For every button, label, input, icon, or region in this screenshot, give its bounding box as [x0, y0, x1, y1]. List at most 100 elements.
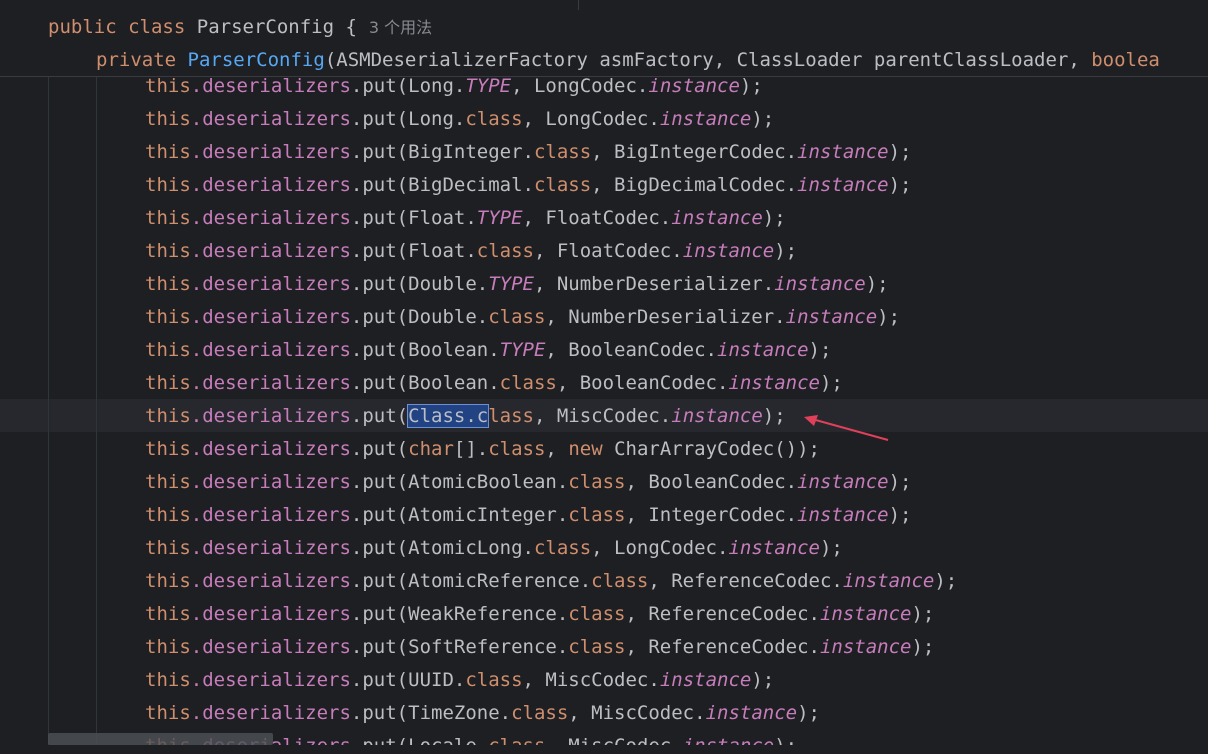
constructor-call: CharArrayCodec()); — [602, 438, 820, 460]
value-expr: , MiscCodec. — [568, 702, 706, 724]
type-field: TYPE — [488, 273, 534, 295]
this-keyword: this — [145, 339, 191, 361]
class-keyword: class — [568, 504, 626, 526]
class-keyword: class — [533, 537, 592, 559]
statement-end: ); — [762, 207, 786, 229]
put-call: .put( — [350, 603, 409, 625]
value-expr: , BigIntegerCodec. — [591, 141, 798, 163]
deserializers-field: .deserializers — [190, 702, 351, 724]
instance-field: instance — [682, 240, 775, 262]
put-call: .put( — [350, 636, 409, 658]
code-line[interactable]: this.deserializers.put(Double.class, Num… — [145, 301, 900, 334]
value-expr: , ReferenceCodec. — [625, 603, 820, 625]
sticky-scroll-header[interactable]: public class ParserConfig {3 个用法 private… — [0, 0, 1208, 77]
code-line[interactable]: this.deserializers.put(Double.TYPE, Numb… — [145, 268, 889, 301]
value-expr: , IntegerCodec. — [625, 504, 798, 526]
instance-field: instance — [797, 174, 889, 196]
value-expr: , LongCodec. — [522, 108, 660, 130]
header-divider — [578, 0, 579, 10]
code-line[interactable]: this.deserializers.put(Float.TYPE, Float… — [145, 202, 786, 235]
deserializers-field: .deserializers — [190, 471, 351, 493]
statement-end: ); — [888, 174, 912, 196]
deserializers-field: .deserializers — [190, 240, 351, 262]
indent-guide — [96, 76, 97, 754]
this-keyword: this — [145, 438, 191, 460]
horizontal-scrollbar[interactable] — [48, 733, 273, 745]
selected-text[interactable]: Class.c — [407, 404, 490, 428]
code-line[interactable]: this.deserializers.put(AtomicLong.class,… — [145, 532, 843, 565]
value-expr: , BooleanCodec. — [556, 372, 729, 394]
deserializers-field: .deserializers — [190, 405, 351, 427]
statement-end: ); — [797, 702, 820, 724]
statement-end: ); — [774, 240, 798, 262]
instance-field: instance — [671, 405, 763, 427]
code-line[interactable]: this.deserializers.put(UUID.class, MiscC… — [145, 664, 774, 697]
this-keyword: this — [145, 570, 191, 592]
key-type: AtomicInteger. — [408, 504, 569, 526]
code-line[interactable]: this.deserializers.put(AtomicBoolean.cla… — [145, 466, 911, 499]
code-line[interactable]: this.deserializers.put(Boolean.class, Bo… — [145, 367, 843, 400]
this-keyword: this — [145, 537, 191, 559]
code-line[interactable]: this.deserializers.put(AtomicReference.c… — [145, 565, 957, 598]
boolean-keyword: boolea — [1091, 49, 1160, 71]
deserializers-field: .deserializers — [190, 504, 351, 526]
class-keyword: lass — [488, 405, 534, 427]
put-call: .put( — [350, 108, 409, 130]
this-keyword: this — [145, 240, 191, 262]
statement-end: ); — [762, 405, 786, 427]
bottom-edge — [0, 745, 1208, 754]
this-keyword: this — [145, 471, 191, 493]
put-call: .put( — [350, 438, 409, 460]
char-keyword: char — [408, 438, 454, 460]
code-line[interactable]: this.deserializers.put(AtomicInteger.cla… — [145, 499, 911, 532]
constructor-declaration-line[interactable]: private ParserConfig(ASMDeserializerFact… — [96, 45, 1160, 75]
deserializers-field: .deserializers — [190, 339, 351, 361]
value-expr: , MiscCodec. — [522, 669, 660, 691]
value-expr: , ReferenceCodec. — [648, 570, 843, 592]
deserializers-field: .deserializers — [190, 174, 351, 196]
class-declaration-line[interactable]: public class ParserConfig {3 个用法 — [48, 12, 432, 42]
key-type: AtomicBoolean. — [408, 471, 569, 493]
class-keyword: class — [568, 636, 626, 658]
put-call: .put( — [350, 537, 409, 559]
value-expr: , LongCodec. — [591, 537, 729, 559]
code-line[interactable]: this.deserializers.put(WeakReference.cla… — [145, 598, 934, 631]
this-keyword: this — [145, 504, 191, 526]
put-call: .put( — [350, 141, 409, 163]
deserializers-field: .deserializers — [190, 570, 351, 592]
class-keyword: class — [533, 174, 592, 196]
value-expr: , LongCodec. — [511, 75, 649, 97]
code-editor[interactable]: public class ParserConfig {3 个用法 private… — [0, 0, 1208, 754]
put-call: .put( — [350, 207, 409, 229]
code-line[interactable]: this.deserializers.put(Long.class, LongC… — [145, 103, 774, 136]
key-type: BigInteger. — [408, 141, 534, 163]
key-type: UUID. — [408, 669, 466, 691]
code-line[interactable]: this.deserializers.put(Float.class, Floa… — [145, 235, 797, 268]
code-line[interactable]: this.deserializers.put(char[].class, new… — [145, 433, 820, 466]
code-line[interactable]: this.deserializers.put(Boolean.TYPE, Boo… — [145, 334, 831, 367]
deserializers-field: .deserializers — [190, 273, 351, 295]
code-line[interactable]: this.deserializers.put(SoftReference.cla… — [145, 631, 934, 664]
key-type: SoftReference. — [408, 636, 569, 658]
deserializers-field: .deserializers — [190, 438, 351, 460]
usages-hint[interactable]: 3 个用法 — [369, 18, 432, 37]
code-line[interactable]: this.deserializers.put(TimeZone.class, M… — [145, 697, 820, 730]
code-line[interactable]: this.deserializers.put(Class.class, Misc… — [145, 400, 786, 433]
key-type: Double. — [408, 306, 489, 328]
put-call: .put( — [350, 75, 409, 97]
this-keyword: this — [145, 141, 191, 163]
class-keyword: class — [511, 702, 569, 724]
deserializers-field: .deserializers — [190, 636, 351, 658]
instance-field: instance — [797, 141, 889, 163]
deserializers-field: .deserializers — [190, 669, 351, 691]
class-keyword: class — [533, 141, 592, 163]
value-expr: , BigDecimalCodec. — [591, 174, 798, 196]
code-line[interactable]: this.deserializers.put(BigInteger.class,… — [145, 136, 911, 169]
class-keyword: class — [465, 108, 523, 130]
type-field: TYPE — [499, 339, 546, 361]
statement-end: ); — [808, 339, 832, 361]
value-expr: , FloatCodec. — [533, 240, 683, 262]
instance-field: instance — [819, 636, 912, 658]
instance-field: instance — [842, 570, 935, 592]
code-line[interactable]: this.deserializers.put(BigDecimal.class,… — [145, 169, 911, 202]
